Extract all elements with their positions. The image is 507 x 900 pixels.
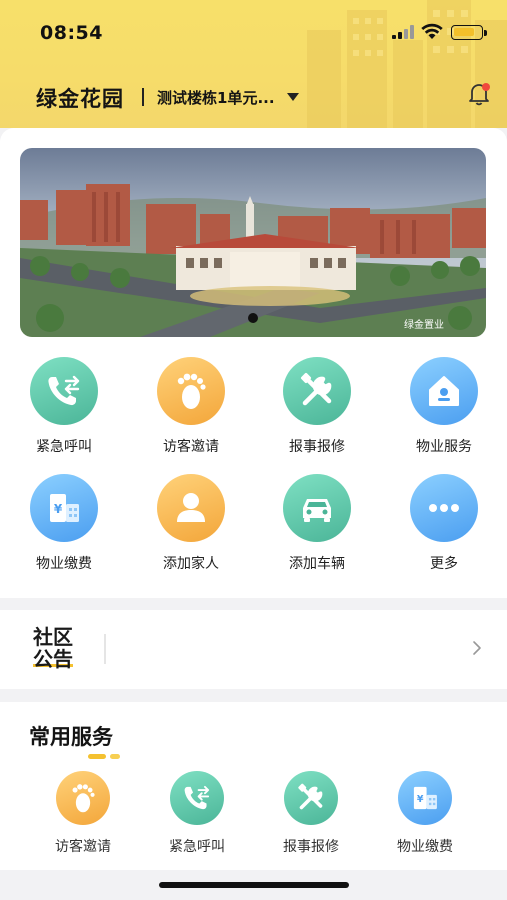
service-emergency-call[interactable]: 紧急呼叫 <box>147 771 247 856</box>
car-icon <box>283 474 351 542</box>
community-name[interactable]: 绿金花园 <box>36 83 124 113</box>
bell-icon[interactable] <box>467 81 493 107</box>
banner-carousel[interactable]: 绿金置业 <box>20 148 486 337</box>
more-dots-icon <box>410 474 478 542</box>
service-property-fee[interactable]: ¥ 物业缴费 <box>375 771 475 856</box>
grid-label: 物业缴费 <box>36 556 92 572</box>
grid-item-emergency-call[interactable]: 紧急呼叫 <box>9 357 119 456</box>
service-label: 紧急呼叫 <box>169 839 225 855</box>
notice-title: 社区 公告 <box>33 626 83 670</box>
grid-item-repair[interactable]: 报事报修 <box>262 357 372 456</box>
banner-image <box>20 148 486 337</box>
chevron-right-icon[interactable] <box>471 640 483 656</box>
phone-transfer-icon <box>170 771 224 825</box>
status-bar: 08:54 <box>0 0 507 62</box>
svg-text:¥: ¥ <box>417 794 424 805</box>
title-accent <box>88 754 106 759</box>
battery-icon <box>451 25 487 40</box>
grid-label: 紧急呼叫 <box>36 439 92 455</box>
signal-icon <box>392 25 414 39</box>
grid-item-property-service[interactable]: 物业服务 <box>389 357 499 456</box>
header: 08:54 绿金花园 测试楼栋1单元... <box>0 0 507 128</box>
grid-label: 更多 <box>430 556 458 572</box>
grid-item-property-fee[interactable]: ¥ 物业缴费 <box>9 474 119 573</box>
home-icon <box>410 357 478 425</box>
grid-label: 报事报修 <box>289 439 345 455</box>
footprint-icon <box>56 771 110 825</box>
phone-transfer-icon <box>30 357 98 425</box>
notice-divider <box>104 634 106 664</box>
grid-label: 添加车辆 <box>289 556 345 572</box>
services-title: 常用服务 <box>29 725 113 749</box>
service-label: 物业缴费 <box>397 839 453 855</box>
tools-icon <box>284 771 338 825</box>
service-visitor-invite[interactable]: 访客邀请 <box>33 771 133 856</box>
person-icon <box>157 474 225 542</box>
service-repair[interactable]: 报事报修 <box>261 771 361 856</box>
grid-label: 访客邀请 <box>163 439 219 455</box>
notice-title-line2: 公告 <box>33 647 73 671</box>
grid-label: 物业服务 <box>416 439 472 455</box>
title-accent-dot <box>110 754 120 759</box>
banner-watermark: 绿金置业 <box>404 320 444 331</box>
grid-item-visitor-invite[interactable]: 访客邀请 <box>136 357 246 456</box>
footprint-icon <box>157 357 225 425</box>
grid-item-more[interactable]: 更多 <box>389 474 499 573</box>
bill-building-icon: ¥ <box>30 474 98 542</box>
carousel-indicator[interactable] <box>248 313 258 323</box>
bill-building-icon: ¥ <box>398 771 452 825</box>
wifi-icon <box>421 23 443 39</box>
grid-item-add-family[interactable]: 添加家人 <box>136 474 246 573</box>
service-label: 报事报修 <box>283 839 339 855</box>
service-label: 访客邀请 <box>55 839 111 855</box>
header-divider <box>142 88 144 106</box>
notice-title-line1: 社区 <box>33 625 73 649</box>
clock: 08:54 <box>40 22 103 44</box>
grid-item-add-vehicle[interactable]: 添加车辆 <box>262 474 372 573</box>
grid-label: 添加家人 <box>163 556 219 572</box>
chevron-down-icon[interactable] <box>287 93 299 101</box>
home-indicator[interactable] <box>159 882 349 888</box>
svg-text:¥: ¥ <box>54 502 63 516</box>
building-selector[interactable]: 测试楼栋1单元... <box>157 87 275 108</box>
tools-icon <box>283 357 351 425</box>
